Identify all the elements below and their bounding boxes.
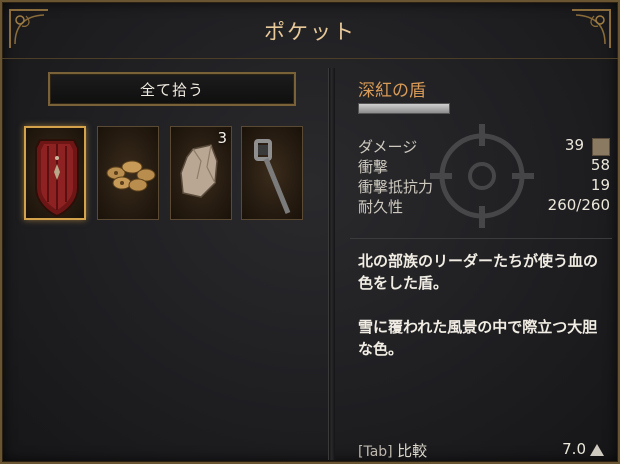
compare-hint[interactable]: [Tab] 比較 [358,440,427,461]
stat-label: ダメージ [358,138,418,156]
ornament-corner-right-icon [572,9,611,48]
take-all-button[interactable]: 全て拾う [48,72,296,106]
damage-type-icon [592,138,610,156]
stat-value: 19 [590,176,610,194]
compare-key: [Tab] [358,444,393,460]
weight-icon [590,443,604,456]
item-slot-cookies[interactable] [97,126,159,220]
stat-row-durability: 耐久性 260/260 [358,196,610,216]
stat-label: 耐久性 [358,198,404,216]
description-separator [350,238,612,239]
stat-value: 260/260 [547,196,610,214]
iron-key-icon [254,139,291,214]
item-quality-bar [358,103,450,114]
panel-divider [328,68,335,460]
panel-title: ポケット [264,20,356,44]
item-name: 深紅の盾 [358,81,426,101]
stat-label: 衝撃抵抗力 [358,178,434,196]
item-description-paragraph: 雪に覆われた風景の中で際立つ大胆な色。 [358,318,598,358]
stat-row-impact: 衝撃 58 [358,156,610,176]
item-slot-stone[interactable]: 3 [170,126,232,220]
stat-label: 衝撃 [358,158,389,176]
stats-list: ダメージ 39 衝撃 58 衝撃抵抗力 19 耐久性 260/260 [358,136,610,216]
compare-label: 比較 [397,442,428,460]
stat-value: 39 [564,136,584,154]
panel-header: ポケット [2,2,618,59]
item-slot-crimson-shield[interactable] [24,126,86,220]
item-weight: 7.0 [562,440,604,458]
crimson-shield-icon [35,139,79,218]
stat-value: 58 [590,156,610,174]
item-slot-key[interactable] [241,126,303,220]
weight-value: 7.0 [562,440,586,458]
cookies-icon [106,160,156,192]
stat-row-damage: ダメージ 39 [358,136,610,156]
stack-count: 3 [217,129,227,147]
item-description-paragraph: 北の部族のリーダーたちが使う血の色をした盾。 [358,252,599,292]
stat-row-impact-resistance: 衝撃抵抗力 19 [358,176,610,196]
pocket-panel: ポケット 全て拾う 3 深紅の盾 ダメージ 39 衝撃 58 衝撃抵抗力 19 … [0,0,620,464]
